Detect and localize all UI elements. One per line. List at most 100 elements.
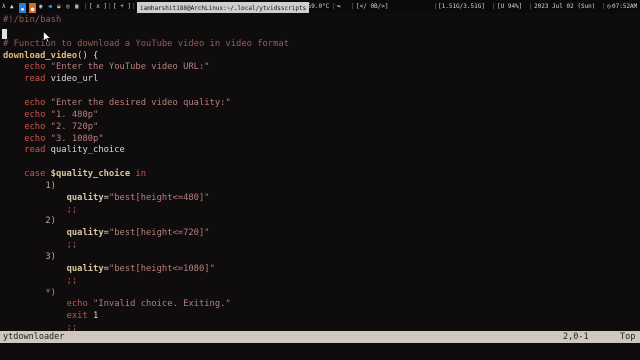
code-line[interactable]: ;; <box>3 275 78 287</box>
code-line[interactable]: read video_url <box>3 73 98 85</box>
memory-readout: [1.51G/3.51G] <box>438 3 485 10</box>
code-token: in <box>130 169 147 180</box>
code-token: ;; <box>66 240 78 251</box>
code-token: case <box>24 169 46 180</box>
code-token: download_video <box>3 50 78 61</box>
code-line[interactable]: echo "Enter the YouTube video URL:" <box>3 61 210 73</box>
code-token: 1) <box>45 180 56 191</box>
firefox-icon[interactable]: ● <box>29 3 36 13</box>
code-line[interactable]: read quality_choice <box>3 144 125 156</box>
code-token: 1 <box>87 311 99 322</box>
tag-add[interactable]: [ + ] <box>113 0 131 13</box>
code-line[interactable]: exit 1 <box>3 310 99 322</box>
code-token: echo <box>24 121 46 132</box>
separator: | <box>132 3 136 10</box>
file-name: ytdownloader <box>3 332 65 342</box>
code-line[interactable]: ;; <box>3 204 78 216</box>
editor-icon[interactable]: ▣ <box>75 0 79 13</box>
files-icon[interactable]: ◉ <box>39 0 43 13</box>
code-line[interactable]: quality="best[height<=720]" <box>3 227 210 239</box>
code-token: quality_choice <box>45 145 125 156</box>
scroll-position: Top <box>620 332 636 342</box>
code-token: echo <box>24 97 46 108</box>
code-token: quality <box>66 263 104 274</box>
discord-icon[interactable]: ◒ <box>57 0 61 13</box>
terminal-icon[interactable]: ▪ <box>19 3 26 13</box>
code-token: read <box>24 74 46 85</box>
code-line[interactable]: quality="best[height<=480]" <box>3 192 210 204</box>
code-line[interactable]: download_video() { <box>3 50 98 62</box>
time-readout: 07:52AM <box>612 3 638 10</box>
code-token: "1. 480p" <box>45 109 99 120</box>
code-line[interactable]: case $quality_choice in <box>3 168 146 180</box>
arch-logo-icon[interactable]: ▲ <box>10 0 14 13</box>
separator: | <box>332 3 336 10</box>
code-line[interactable]: 3) <box>3 251 56 263</box>
code-line[interactable]: *) <box>3 287 56 299</box>
code-token: #!/bin/bash <box>3 15 62 25</box>
code-line[interactable]: echo "3. 1080p" <box>3 133 103 145</box>
code-token: 2) <box>45 216 56 227</box>
code-line[interactable]: echo "Enter the desired video quality:" <box>3 97 231 109</box>
code-line[interactable]: quality="best[height<=1080]" <box>3 263 215 275</box>
code-line[interactable]: #!/bin/bash <box>3 14 61 26</box>
code-line[interactable]: 2) <box>3 215 56 227</box>
temperature-readout: +59.0°C <box>304 3 330 10</box>
code-token: echo <box>24 62 46 73</box>
telegram-icon[interactable]: ◀ <box>48 0 52 13</box>
vim-status-line: ytdownloader 2,0-1 Top <box>0 331 640 343</box>
network-icon[interactable]: ⇋ <box>337 0 341 13</box>
code-line[interactable]: 1) <box>3 180 56 192</box>
code-token: echo <box>66 299 88 310</box>
tag-close[interactable]: [ x ] <box>89 0 107 13</box>
code-line[interactable]: echo "Invalid choice. Exiting." <box>3 298 231 310</box>
code-token: ;; <box>66 275 78 286</box>
vim-editor-buffer[interactable]: #!/bin/bash # Function to download a YouT… <box>0 14 640 332</box>
chrome-icon[interactable]: ◎ <box>66 0 70 13</box>
window-title[interactable]: iamharshit188@ArchLinux:~/.local/ytvidss… <box>137 2 310 13</box>
separator: | <box>108 3 112 10</box>
separator: | <box>84 3 88 10</box>
code-token: 3) <box>45 252 56 262</box>
vim-command-line[interactable] <box>0 343 640 360</box>
date-readout: 2023 Jul 02 (Sun) <box>534 3 596 10</box>
code-token: quality <box>66 192 104 203</box>
code-token: echo <box>24 133 46 144</box>
code-line[interactable]: echo "2. 720p" <box>3 121 98 133</box>
lambda-icon[interactable]: λ <box>2 0 6 13</box>
code-token: echo <box>24 109 46 120</box>
code-token: "Enter the YouTube video URL:" <box>45 62 210 73</box>
code-token: quality <box>66 228 104 239</box>
code-line[interactable]: ;; <box>3 239 78 251</box>
mouse-pointer-icon <box>43 31 51 43</box>
clock-icon: ◷ <box>607 3 611 10</box>
code-token: exit <box>66 311 88 322</box>
code-token: "best[height<=480]" <box>108 192 210 203</box>
battery-readout: [U 94%] <box>497 3 523 10</box>
separator: | <box>602 3 606 10</box>
code-line[interactable]: echo "1. 480p" <box>3 109 98 121</box>
volume-readout: [</ 0B/>] <box>356 3 389 10</box>
code-token: $quality_choice <box>45 169 131 180</box>
code-token: video_url <box>45 74 99 85</box>
code-token: "Invalid choice. Exiting." <box>87 299 231 310</box>
code-token: "best[height<=1080]" <box>108 263 215 274</box>
separator: | <box>351 3 355 10</box>
